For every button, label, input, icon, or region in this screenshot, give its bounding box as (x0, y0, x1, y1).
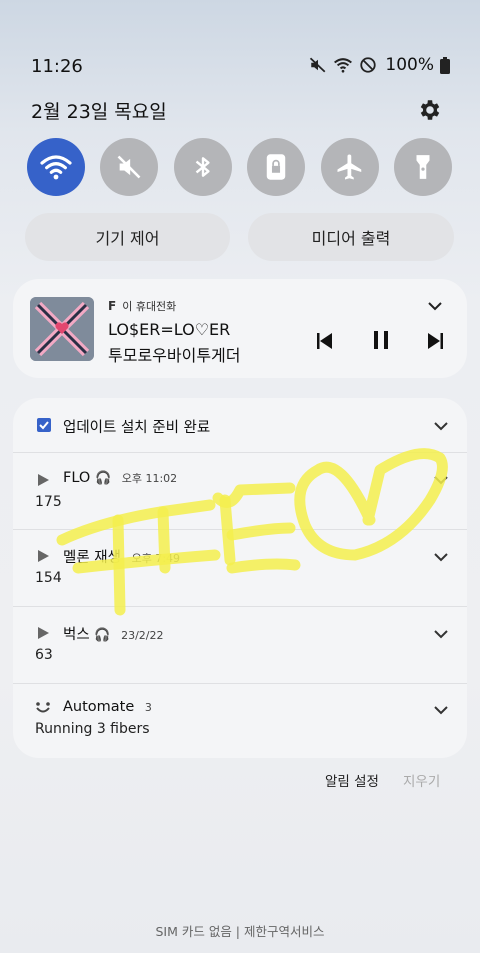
notification-title: Automate (63, 699, 135, 715)
clock: 11:26 (31, 56, 83, 77)
battery-percentage: 100% (385, 55, 434, 75)
qs-airplane-toggle[interactable] (321, 138, 379, 196)
expand-chevron-icon[interactable] (433, 475, 449, 485)
notification-actions: 알림 설정 지우기 (0, 770, 480, 790)
checkbox-icon (37, 418, 51, 432)
settings-gear-icon[interactable] (417, 97, 443, 123)
notification-header: Automate 3 (63, 699, 152, 715)
notification-header: FLO 🎧 오후 11:02 (63, 470, 177, 486)
expand-chevron-icon[interactable] (433, 705, 449, 715)
notification-bugs[interactable]: 벅스 🎧 23/2/22 63 (13, 607, 467, 683)
mute-status-icon (310, 57, 326, 73)
notification-settings-button[interactable]: 알림 설정 (325, 770, 379, 790)
qs-wifi-toggle[interactable] (27, 138, 85, 196)
media-artist: 투모로우바이투게더 (108, 346, 241, 365)
qs-rotation-lock-toggle[interactable] (247, 138, 305, 196)
notification-update[interactable]: 업데이트 설치 준비 완료 (13, 398, 467, 452)
automate-smile-icon (36, 702, 50, 713)
previous-track-icon[interactable] (317, 332, 333, 350)
headphones-icon: 🎧 (94, 471, 112, 486)
media-output-button[interactable]: 미디어 출력 (248, 213, 454, 261)
notification-time: 23/2/22 (121, 629, 164, 642)
battery-icon (440, 56, 450, 74)
quick-settings (27, 138, 457, 196)
notification-subtitle: 154 (35, 570, 62, 586)
expand-chevron-icon[interactable] (433, 421, 449, 431)
headphones-icon: 🎧 (94, 628, 111, 643)
expand-chevron-icon[interactable] (433, 552, 449, 562)
media-source-label: 이 휴대전화 (122, 300, 177, 313)
lock-icon (266, 154, 286, 180)
notification-header: 멜론 재생 오후 7:49 (63, 546, 180, 567)
notification-subtitle: 63 (35, 647, 53, 663)
airplane-icon (337, 154, 362, 180)
notification-melon[interactable]: 멜론 재생 오후 7:49 154 (13, 530, 467, 606)
notification-header: 벅스 🎧 23/2/22 (63, 623, 164, 644)
sim-status-text: SIM 카드 없음 | 제한구역서비스 (155, 924, 325, 939)
wifi-icon (40, 155, 72, 180)
notification-title: 멜론 재생 (63, 550, 121, 566)
expand-chevron-icon[interactable] (433, 629, 449, 639)
wifi-status-icon (334, 58, 353, 73)
notification-automate[interactable]: Automate 3 Running 3 fibers (13, 684, 467, 758)
status-icons: 100% (309, 55, 450, 75)
do-not-disturb-icon (360, 57, 377, 73)
notification-time: 오후 11:02 (121, 472, 178, 485)
notification-time: 오후 7:49 (131, 552, 181, 565)
media-track-title: LO$ER=LO♡ER (108, 320, 231, 339)
qs-flashlight-toggle[interactable] (394, 138, 452, 196)
album-art (30, 297, 94, 361)
mute-icon (117, 155, 141, 179)
pause-icon[interactable] (373, 330, 389, 350)
qs-bluetooth-toggle[interactable] (174, 138, 232, 196)
notification-subtitle: Running 3 fibers (35, 721, 150, 737)
notification-count: 3 (144, 701, 152, 714)
flashlight-icon (416, 155, 430, 179)
clear-button[interactable]: 지우기 (403, 770, 440, 790)
media-expand-chevron-icon[interactable] (427, 301, 443, 311)
date-label: 2월 23일 목요일 (31, 101, 167, 123)
notification-title: 업데이트 설치 준비 완료 (63, 420, 211, 436)
play-icon (38, 627, 49, 639)
flo-app-icon: F (108, 299, 117, 313)
notification-title: FLO (63, 470, 91, 486)
notification-list: 업데이트 설치 준비 완료 FLO 🎧 오후 11:02 175 멜론 재생 오… (13, 398, 467, 758)
notification-flo[interactable]: FLO 🎧 오후 11:02 175 (13, 453, 467, 529)
play-icon (38, 550, 49, 562)
play-icon (38, 474, 49, 486)
bluetooth-icon (195, 157, 210, 177)
device-control-button[interactable]: 기기 제어 (25, 213, 230, 261)
media-player-card[interactable]: F 이 휴대전화 LO$ER=LO♡ER 투모로우바이투게더 (13, 279, 467, 378)
notification-subtitle: 175 (35, 494, 62, 510)
notification-title: 벅스 (63, 627, 90, 643)
next-track-icon[interactable] (427, 332, 443, 350)
status-bar: 11:26 100% (0, 52, 480, 82)
qs-sound-toggle[interactable] (100, 138, 158, 196)
media-source: F 이 휴대전화 (108, 298, 176, 314)
